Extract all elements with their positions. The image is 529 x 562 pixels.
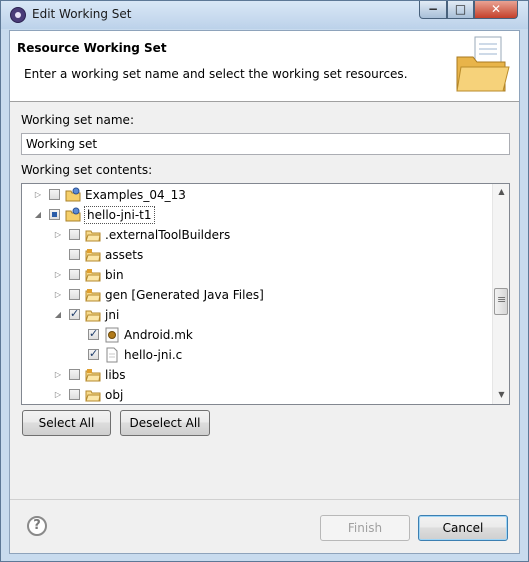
working-set-name-input[interactable]: Working set <box>21 133 510 155</box>
tree-item-checkbox[interactable] <box>69 249 80 260</box>
project-icon <box>65 187 81 203</box>
source-folder-icon <box>85 367 101 383</box>
collapsed-arrow-icon[interactable]: ▷ <box>54 290 62 300</box>
banner-title: Resource Working Set <box>17 41 167 55</box>
tree-item[interactable]: ▷ .externalToolBuilders <box>22 225 492 245</box>
working-set-contents-label: Working set contents: <box>21 163 153 177</box>
tree-item-checkbox[interactable] <box>69 289 80 300</box>
tree-item-checkbox[interactable] <box>49 209 60 220</box>
tree-item[interactable]: ▷ bin <box>22 265 492 285</box>
maximize-button[interactable]: □ <box>447 1 474 19</box>
makefile-icon <box>104 327 120 343</box>
tree-item[interactable]: ▷ gen [Generated Java Files] <box>22 285 492 305</box>
cancel-button[interactable]: Cancel <box>418 515 508 541</box>
folder-icon <box>85 227 101 243</box>
tree-item-label: obj <box>105 388 124 402</box>
working-set-contents-tree[interactable]: ▲ ▼ ▷ Examples_04_13 ◢ hello-jni-t1 ▷ .extern… <box>21 183 510 405</box>
collapsed-arrow-icon[interactable]: ▷ <box>54 270 62 280</box>
deselect-all-button[interactable]: Deselect All <box>120 410 210 436</box>
tree-item-label: libs <box>105 368 126 382</box>
window-title: Edit Working Set <box>32 7 132 21</box>
select-all-button[interactable]: Select All <box>22 410 111 436</box>
finish-button[interactable]: Finish <box>320 515 410 541</box>
tree-item-label: bin <box>105 268 124 282</box>
source-folder-icon <box>85 247 101 263</box>
dialog-banner: Resource Working Set Enter a working set… <box>10 31 519 102</box>
tree-item-label: hello-jni-t1 <box>84 206 155 224</box>
expanded-arrow-icon[interactable]: ◢ <box>54 310 62 320</box>
close-button[interactable]: ✕ <box>474 1 518 19</box>
scroll-down-arrow-icon[interactable]: ▼ <box>496 389 507 401</box>
working-set-name-label: Working set name: <box>21 113 134 127</box>
tree-item[interactable]: assets <box>22 245 492 265</box>
minimize-button[interactable]: − <box>419 1 447 19</box>
tree-item[interactable]: Android.mk <box>22 325 492 345</box>
scroll-up-arrow-icon[interactable]: ▲ <box>496 186 507 198</box>
button-bar-separator <box>10 499 519 500</box>
edit-working-set-window: Edit Working Set − □ ✕ Resource Working … <box>0 0 529 562</box>
tree-item[interactable]: ▷ Examples_04_13 <box>22 185 492 205</box>
tree-item[interactable]: ◢ hello-jni-t1 <box>22 205 492 225</box>
title-bar[interactable]: Edit Working Set − □ ✕ <box>1 1 528 29</box>
tree-item-label: Examples_04_13 <box>85 188 186 202</box>
folder-icon <box>85 387 101 403</box>
expanded-arrow-icon[interactable]: ◢ <box>34 210 42 220</box>
tree-item-label: gen [Generated Java Files] <box>105 288 264 302</box>
tree-item-checkbox[interactable] <box>69 369 80 380</box>
project-icon <box>65 207 81 223</box>
folder-icon <box>456 36 510 92</box>
tree-item-checkbox[interactable] <box>69 307 80 320</box>
source-folder-icon <box>85 287 101 303</box>
dialog-client-area: Resource Working Set Enter a working set… <box>9 30 520 554</box>
tree-item[interactable]: ◢ jni <box>22 305 492 325</box>
collapsed-arrow-icon[interactable]: ▷ <box>54 230 62 240</box>
tree-item-label: Android.mk <box>124 328 193 342</box>
collapsed-arrow-icon[interactable]: ▷ <box>54 370 62 380</box>
tree-item-checkbox[interactable] <box>69 389 80 400</box>
tree-item-label: .externalToolBuilders <box>105 228 231 242</box>
file-icon <box>104 347 120 363</box>
tree-item[interactable]: ▷ obj <box>22 385 492 404</box>
collapsed-arrow-icon[interactable]: ▷ <box>54 390 62 400</box>
tree-item[interactable]: ▷ libs <box>22 365 492 385</box>
folder-icon <box>85 307 101 323</box>
tree-item-checkbox[interactable] <box>69 229 80 240</box>
tree-item-checkbox[interactable] <box>69 269 80 280</box>
help-icon[interactable]: ? <box>27 516 47 536</box>
banner-description: Enter a working set name and select the … <box>24 67 408 81</box>
eclipse-icon <box>10 7 26 23</box>
collapsed-arrow-icon[interactable]: ▷ <box>34 190 42 200</box>
tree-item-label: assets <box>105 248 144 262</box>
tree-item-checkbox[interactable] <box>88 347 99 360</box>
source-folder-icon <box>85 267 101 283</box>
tree-item-label: jni <box>105 308 120 322</box>
tree-item-label: hello-jni.c <box>124 348 183 362</box>
tree-vertical-scrollbar[interactable]: ▲ ▼ <box>492 184 509 404</box>
tree-item-checkbox[interactable] <box>88 327 99 340</box>
scroll-thumb[interactable] <box>494 288 508 315</box>
tree-item-checkbox[interactable] <box>49 189 60 200</box>
tree-item[interactable]: hello-jni.c <box>22 345 492 365</box>
